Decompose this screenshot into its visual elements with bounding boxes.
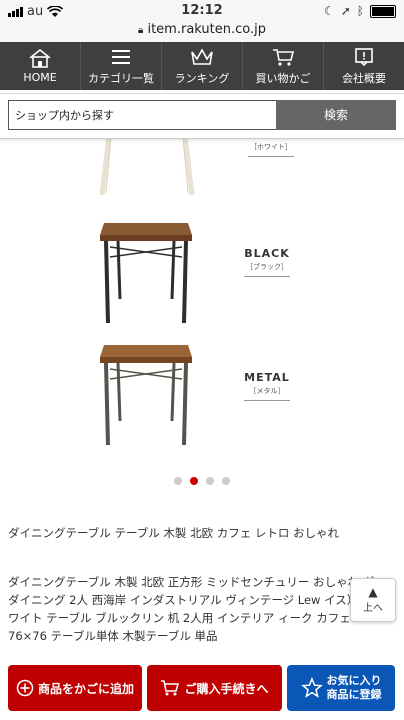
bluetooth-icon: ᛒ [356,4,364,18]
white-table-image [99,137,195,196]
carousel-dot[interactable] [222,477,230,485]
search-button[interactable]: 検索 [276,100,396,130]
action-footer: 商品をかごに追加 ご購入手続きへ お気に入り 商品に登録 [0,662,404,720]
arrow-up-icon: ▲ [368,585,378,599]
variant-label-white: ［ホワイト］ [236,137,306,157]
scroll-top-button[interactable]: ▲ 上へ [350,578,396,622]
product-description: ダイニングテーブル 木製 北欧 正方形 ミッドセンチュリー おしゃれ ダン ダイ… [8,575,393,643]
nav-category-label: カテゴリ一覧 [88,71,154,85]
nav-ranking-label: ランキング [174,71,230,85]
variant-label-black: BLACK ［ブラック］ [232,247,302,277]
nav-company[interactable]: 会社概要 [324,42,404,90]
shop-nav: HOME カテゴリ一覧 ランキング 買い物かご 会社概要 [0,42,404,90]
plus-circle-icon [16,679,34,697]
carousel-dot-active[interactable] [190,477,198,485]
favorite-label-line2: 商品に登録 [326,688,382,701]
url-bar[interactable]: 🔒︎ item.rakuten.co.jp [0,22,404,42]
info-icon [355,47,373,66]
checkout-label: ご購入手続きへ [184,681,269,696]
product-gallery[interactable]: ［ホワイト］ BLACK ［ブラック］ METAL ［メタル］ [0,137,404,457]
home-icon [29,48,51,68]
variant-label-metal: METAL ［メタル］ [232,371,302,401]
shop-search-input[interactable] [8,100,276,130]
shop-search-bar: 検索 [0,93,404,139]
product-title: ダイニングテーブル テーブル 木製 北欧 カフェ レトロ おしゃれ [8,526,340,540]
metal-table-image [100,345,192,446]
nav-cart[interactable]: 買い物かご [243,42,324,90]
variant-metal-en: METAL [244,371,290,384]
status-bar: au 12:12 ☾ ➚ ᛒ [0,0,404,22]
cart-icon [161,680,180,696]
favorite-button[interactable]: お気に入り 商品に登録 [287,665,395,711]
add-to-cart-label: 商品をかごに追加 [37,681,134,696]
nav-ranking[interactable]: ランキング [162,42,243,90]
scroll-top-label: 上へ [363,603,383,614]
black-table-image [100,223,192,324]
nav-category[interactable]: カテゴリ一覧 [81,42,162,90]
variant-black-en: BLACK [244,247,290,260]
crown-icon [191,47,213,65]
cart-icon [273,48,295,66]
carousel-dot[interactable] [174,477,182,485]
lock-icon: 🔒︎ [138,25,144,36]
variant-metal-jp: ［メタル］ [249,387,285,395]
menu-icon [112,49,130,64]
url-text: item.rakuten.co.jp [147,22,266,37]
nav-cart-label: 買い物かご [255,71,311,85]
nav-company-label: 会社概要 [342,71,386,85]
carousel-dot[interactable] [206,477,214,485]
nav-home[interactable]: HOME [0,42,81,90]
favorite-label-line1: お気に入り [326,674,382,687]
location-icon: ➚ [340,4,351,18]
star-icon [300,677,323,698]
battery-icon [370,4,396,18]
moon-icon: ☾ [323,4,335,18]
variant-white-jp: ［ホワイト］ [250,143,292,151]
nav-home-label: HOME [23,71,57,84]
add-to-cart-button[interactable]: 商品をかごに追加 [8,665,142,711]
checkout-button[interactable]: ご購入手続きへ [147,665,282,711]
variant-black-jp: ［ブラック］ [246,263,288,271]
carousel-pagination [0,477,404,485]
